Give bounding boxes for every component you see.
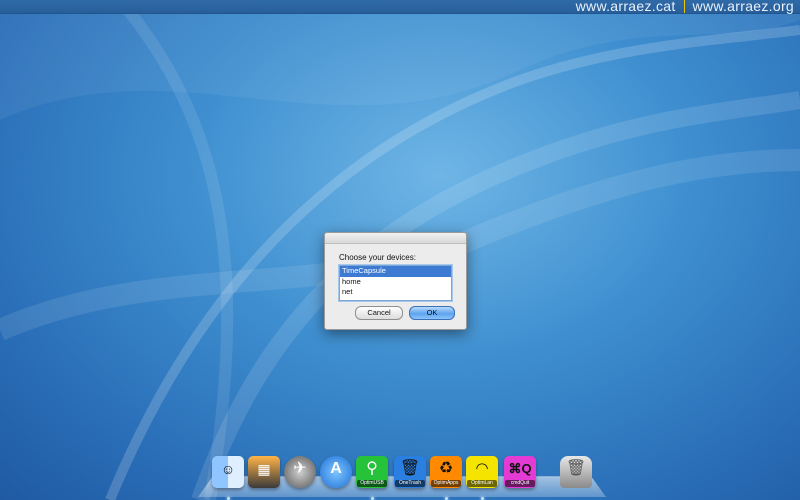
command-q-icon[interactable]: ⌘Q cmdQuit (504, 456, 536, 488)
dock-label: OptimLan (467, 480, 497, 487)
device-list-item[interactable]: home (340, 277, 451, 288)
watermark-separator (683, 0, 685, 13)
watermark-left: www.arraez.cat (575, 0, 676, 14)
watermark: www.arraez.cat www.arraez.org (576, 0, 794, 14)
dialog-prompt: Choose your devices: (339, 253, 416, 262)
dock-label: cmdQuit (505, 480, 535, 487)
ok-button[interactable]: OK (409, 306, 455, 320)
finder-icon[interactable]: ☺ (212, 456, 244, 488)
wifi-icon[interactable]: ◠ OptimLan (466, 456, 498, 488)
launchpad-rocket-icon[interactable]: ✈ (284, 456, 316, 488)
choose-devices-dialog: Choose your devices: TimeCapsule home ne… (324, 232, 467, 330)
watermark-right: www.arraez.org (692, 0, 794, 14)
trash-bin-icon[interactable]: 🗑 (560, 456, 592, 488)
cancel-button[interactable]: Cancel (355, 306, 403, 320)
dialog-titlebar[interactable] (325, 233, 466, 244)
device-list-item[interactable]: net (340, 287, 451, 298)
device-list[interactable]: TimeCapsule home net (339, 265, 452, 301)
dock: ☺ ▦ ✈ A ⚲ OptimUSB 🗑 OneTrash ♻ OptimApp… (208, 452, 608, 500)
usb-icon[interactable]: ⚲ OptimUSB (356, 456, 388, 488)
app-store-icon[interactable]: A (320, 456, 352, 488)
recycle-icon[interactable]: ♻ OptimApps (430, 456, 462, 488)
dock-label: OptimUSB (357, 480, 387, 487)
dock-label: OneTrash (395, 480, 425, 487)
trash-can-icon[interactable]: 🗑 OneTrash (394, 456, 426, 488)
photo-app-icon[interactable]: ▦ (248, 456, 280, 488)
device-list-item[interactable]: TimeCapsule (340, 266, 451, 277)
dock-label: OptimApps (431, 480, 461, 487)
